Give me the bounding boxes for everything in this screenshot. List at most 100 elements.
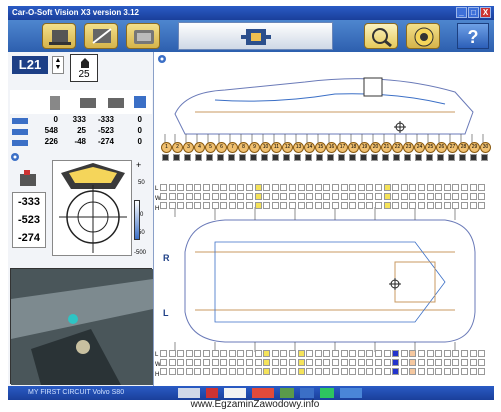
- value-cell[interactable]: [392, 350, 400, 357]
- value-cell[interactable]: [314, 193, 322, 200]
- value-cell[interactable]: [418, 193, 425, 200]
- value-cell[interactable]: [435, 202, 443, 209]
- value-cell[interactable]: [246, 350, 253, 357]
- value-cell[interactable]: [375, 359, 382, 366]
- value-cell[interactable]: [271, 184, 279, 191]
- value-cell[interactable]: [478, 368, 486, 375]
- value-cell[interactable]: [469, 193, 477, 200]
- measuring-point[interactable]: 27: [447, 142, 458, 153]
- value-cell[interactable]: [478, 350, 486, 357]
- value-cell[interactable]: [461, 368, 468, 375]
- value-cell[interactable]: [271, 359, 279, 366]
- value-cell[interactable]: [478, 184, 486, 191]
- value-cell[interactable]: [323, 350, 331, 357]
- value-cell[interactable]: [332, 202, 339, 209]
- value-cell[interactable]: [383, 184, 391, 191]
- value-cell[interactable]: [177, 359, 185, 366]
- value-cell[interactable]: [426, 193, 434, 200]
- value-cell[interactable]: [357, 184, 365, 191]
- value-cell[interactable]: [332, 359, 339, 366]
- value-cell[interactable]: [409, 368, 417, 375]
- value-cell[interactable]: [289, 359, 296, 366]
- value-cell[interactable]: [349, 359, 357, 366]
- value-cell[interactable]: [418, 202, 425, 209]
- measuring-point[interactable]: 21: [381, 142, 392, 153]
- value-cell[interactable]: [185, 184, 193, 191]
- measuring-point[interactable]: 23: [403, 142, 414, 153]
- value-cell[interactable]: [246, 184, 253, 191]
- value-cell[interactable]: [314, 350, 322, 357]
- value-cell[interactable]: [392, 193, 400, 200]
- value-cell[interactable]: [177, 184, 185, 191]
- value-cell[interactable]: [297, 184, 305, 191]
- value-cell[interactable]: [254, 193, 262, 200]
- value-cell[interactable]: [452, 359, 460, 366]
- value-cell[interactable]: [340, 359, 348, 366]
- value-cell[interactable]: [409, 193, 417, 200]
- value-cell[interactable]: [246, 193, 253, 200]
- value-cell[interactable]: [254, 368, 262, 375]
- measuring-point[interactable]: 29: [469, 142, 480, 153]
- value-cell[interactable]: [194, 350, 202, 357]
- measuring-point[interactable]: 15: [315, 142, 326, 153]
- value-cell[interactable]: [289, 184, 296, 191]
- value-cell[interactable]: [366, 368, 374, 375]
- value-cell[interactable]: [452, 184, 460, 191]
- value-cell[interactable]: [289, 350, 296, 357]
- value-cell[interactable]: [400, 193, 408, 200]
- value-cell[interactable]: [323, 202, 331, 209]
- value-cell[interactable]: [211, 350, 219, 357]
- value-cell[interactable]: [418, 359, 425, 366]
- value-cell[interactable]: [185, 359, 193, 366]
- measuring-point[interactable]: 3: [183, 142, 194, 153]
- value-cell[interactable]: [357, 202, 365, 209]
- measuring-point[interactable]: 12: [282, 142, 293, 153]
- value-cell[interactable]: [177, 193, 185, 200]
- value-cell[interactable]: [254, 359, 262, 366]
- value-cell[interactable]: [160, 368, 167, 375]
- measuring-point[interactable]: 10: [260, 142, 271, 153]
- value-cell[interactable]: [177, 202, 185, 209]
- value-cell[interactable]: [332, 350, 339, 357]
- value-cell[interactable]: [375, 350, 382, 357]
- value-cell[interactable]: [271, 368, 279, 375]
- value-cell[interactable]: [289, 193, 296, 200]
- value-cell[interactable]: [314, 368, 322, 375]
- value-cell[interactable]: [168, 184, 176, 191]
- value-cell[interactable]: [349, 368, 357, 375]
- value-cell[interactable]: [203, 350, 210, 357]
- value-cell[interactable]: [452, 202, 460, 209]
- value-cell[interactable]: [314, 184, 322, 191]
- value-cell[interactable]: [194, 368, 202, 375]
- value-cell[interactable]: [297, 202, 305, 209]
- value-cell[interactable]: [435, 184, 443, 191]
- value-cell[interactable]: [237, 184, 245, 191]
- value-cell[interactable]: [306, 359, 314, 366]
- value-cell[interactable]: [400, 368, 408, 375]
- measuring-point[interactable]: 2: [172, 142, 183, 153]
- value-cell[interactable]: [228, 184, 236, 191]
- measuring-point[interactable]: 30: [480, 142, 491, 153]
- measuring-point[interactable]: 24: [414, 142, 425, 153]
- value-cell[interactable]: [280, 193, 288, 200]
- value-cell[interactable]: [211, 202, 219, 209]
- value-cell[interactable]: [340, 184, 348, 191]
- value-cell[interactable]: [469, 359, 477, 366]
- value-cell[interactable]: [478, 193, 486, 200]
- measuring-point[interactable]: 5: [205, 142, 216, 153]
- value-cell[interactable]: [340, 193, 348, 200]
- value-cell[interactable]: [366, 202, 374, 209]
- value-cell[interactable]: [314, 202, 322, 209]
- value-cell[interactable]: [228, 193, 236, 200]
- value-cell[interactable]: [168, 350, 176, 357]
- value-cell[interactable]: [357, 368, 365, 375]
- value-cell[interactable]: [383, 193, 391, 200]
- value-cell[interactable]: [194, 359, 202, 366]
- value-cell[interactable]: [168, 368, 176, 375]
- value-cell[interactable]: [185, 193, 193, 200]
- value-cell[interactable]: [185, 368, 193, 375]
- value-cell[interactable]: [203, 193, 210, 200]
- value-cell[interactable]: [426, 368, 434, 375]
- value-cell[interactable]: [400, 202, 408, 209]
- value-cell[interactable]: [297, 368, 305, 375]
